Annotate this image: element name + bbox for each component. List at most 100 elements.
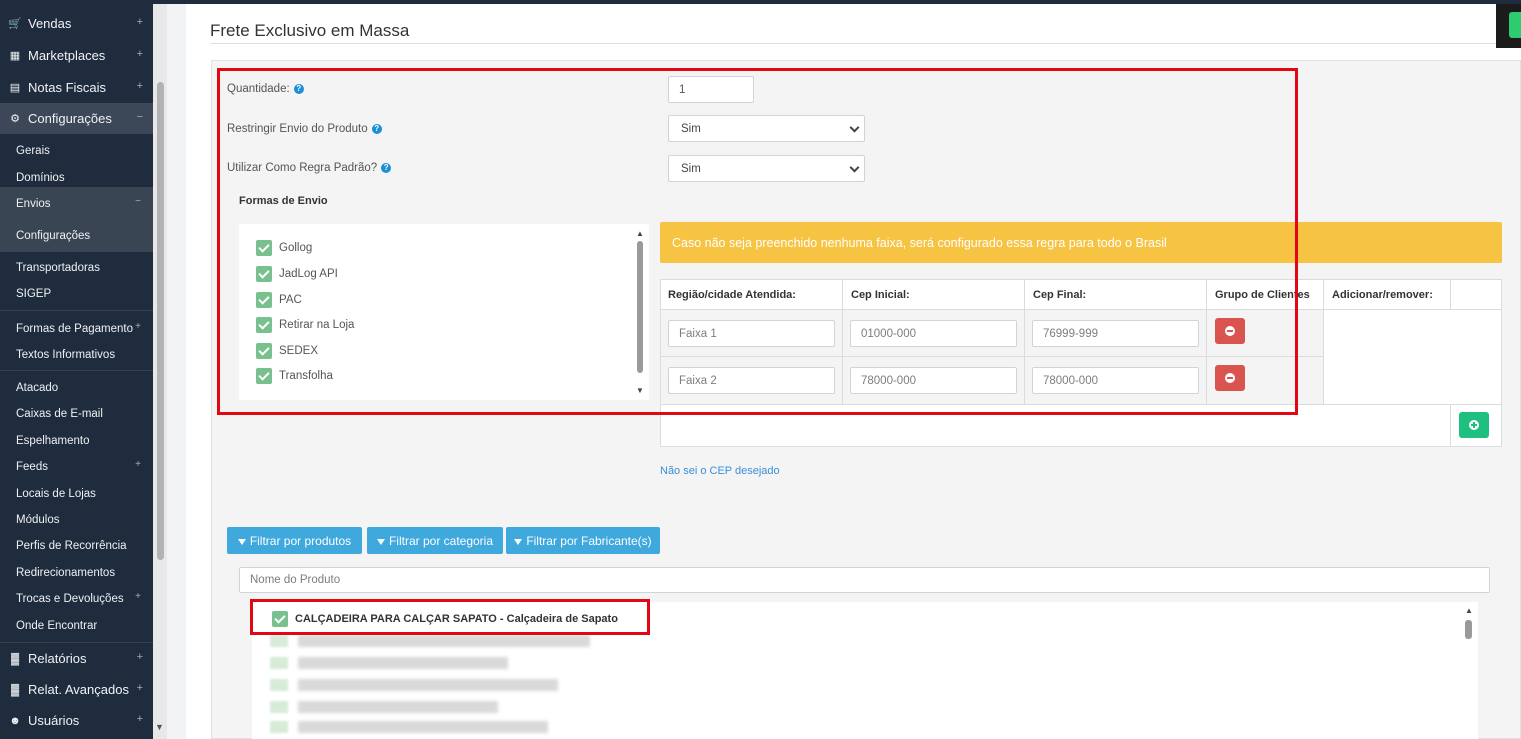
menu-configuracoes[interactable]: ⚙ Configurações −	[0, 103, 153, 134]
page-title: Frete Exclusivo em Massa	[210, 21, 410, 40]
sidebar-item-dominios[interactable]: Domínios	[0, 168, 153, 188]
expand-icon: +	[136, 713, 143, 725]
sidebar-scrollbar-thumb[interactable]	[157, 82, 164, 560]
menu-relat-avancados[interactable]: ▓ Relat. Avançados +	[0, 674, 153, 705]
cep-help-link[interactable]: Não sei o CEP desejado	[660, 465, 780, 477]
sidebar-item-trocas[interactable]: Trocas e Devoluções +	[0, 589, 153, 609]
menu-label: Vendas	[28, 16, 72, 31]
menu-relatorios[interactable]: ▓ Relatórios +	[0, 643, 153, 674]
item-label: Espelhamento	[16, 435, 90, 447]
table-divider	[1450, 280, 1451, 310]
blurred-checkbox	[270, 721, 288, 733]
top-bar	[153, 0, 1521, 4]
menu-notas-fiscais[interactable]: ▤ Notas Fiscais +	[0, 72, 153, 103]
button-label: Filtrar por categoria	[388, 533, 494, 548]
filter-category-button[interactable]: Filtrar por categoria	[367, 527, 503, 554]
filter-icon	[237, 538, 246, 545]
menu-marketplaces[interactable]: ▦ Marketplaces +	[0, 40, 153, 71]
sidebar-item-formas-pagamento[interactable]: Formas de Pagamento +	[0, 319, 153, 339]
filter-icon	[376, 538, 385, 545]
item-label: Textos Informativos	[16, 349, 116, 361]
sidebar-item-envios-configuracoes[interactable]: Configurações	[0, 220, 153, 252]
item-label: Módulos	[16, 514, 60, 526]
item-label: Gerais	[16, 145, 50, 157]
menu-label: Configurações	[28, 111, 112, 126]
filter-manufacturer-button[interactable]: Filtrar por Fabricante(s)	[506, 527, 660, 554]
blurred-text	[298, 635, 590, 647]
filter-icon	[514, 538, 523, 545]
menu-usuarios[interactable]: ☻ Usuários +	[0, 705, 153, 736]
expand-icon: +	[135, 321, 141, 332]
blurred-text	[298, 679, 558, 691]
sidebar-item-onde-encontrar[interactable]: Onde Encontrar	[0, 616, 153, 636]
expand-icon: +	[136, 80, 143, 92]
blurred-text	[298, 721, 548, 733]
sidebar-item-caixas-email[interactable]: Caixas de E-mail	[0, 404, 153, 424]
item-label: Perfis de Recorrência	[16, 540, 127, 552]
sidebar-item-envios[interactable]: Envios −	[0, 187, 153, 220]
sidebar: 🛒 Vendas + ▦ Marketplaces + ▤ Notas Fisc…	[0, 0, 153, 739]
highlight-box	[217, 68, 1298, 415]
menu-label: Relat. Avançados	[28, 682, 129, 697]
gears-icon: ⚙	[10, 113, 20, 125]
blurred-checkbox	[270, 701, 288, 713]
bar-chart-icon: ▓	[10, 652, 20, 665]
table-header-acoes: Adicionar/remover:	[1324, 279, 1451, 310]
divider	[0, 310, 153, 311]
menu-label: Notas Fiscais	[28, 80, 107, 95]
item-label: Redirecionamentos	[16, 567, 116, 579]
bar-chart-icon: ▓	[10, 683, 20, 696]
sitemap-icon: ▦	[9, 50, 21, 62]
expand-icon: +	[136, 651, 143, 663]
expand-icon: +	[136, 16, 143, 28]
item-label: Caixas de E-mail	[16, 408, 103, 420]
blurred-text	[298, 701, 498, 713]
item-label: Locais de Lojas	[16, 488, 96, 500]
divider	[0, 370, 153, 371]
scroll-up-arrow-icon[interactable]: ▲	[1465, 606, 1473, 615]
scroll-down-arrow-icon[interactable]: ▼	[155, 722, 164, 732]
expand-icon: +	[135, 459, 141, 470]
sidebar-item-modulos[interactable]: Módulos	[0, 510, 153, 530]
highlight-box	[250, 599, 650, 635]
expand-icon: +	[135, 591, 141, 602]
title-divider	[210, 43, 1496, 44]
table-divider	[1450, 404, 1451, 447]
blurred-checkbox	[270, 657, 288, 669]
sidebar-item-atacado[interactable]: Atacado	[0, 378, 153, 398]
item-label: Feeds	[16, 461, 48, 473]
item-label: Domínios	[16, 172, 65, 184]
product-search-input[interactable]: Nome do Produto	[239, 567, 1490, 593]
sidebar-item-textos[interactable]: Textos Informativos	[0, 345, 153, 365]
blurred-checkbox	[270, 635, 288, 647]
sidebar-item-transportadoras[interactable]: Transportadoras	[0, 258, 153, 278]
collapse-icon: −	[136, 111, 143, 123]
invoice-icon: ▤	[9, 82, 21, 94]
sidebar-item-perfis[interactable]: Perfis de Recorrência	[0, 536, 153, 556]
users-icon: ☻	[9, 714, 21, 727]
corner-action-button[interactable]	[1509, 12, 1521, 38]
cart-icon: 🛒	[8, 18, 22, 30]
sidebar-item-feeds[interactable]: Feeds +	[0, 457, 153, 477]
item-label: Transportadoras	[16, 262, 100, 274]
filter-products-button[interactable]: Filtrar por produtos	[227, 527, 362, 554]
item-label: Trocas e Devoluções	[16, 593, 124, 605]
button-label: Filtrar por produtos	[249, 533, 352, 548]
menu-vendas[interactable]: 🛒 Vendas +	[0, 8, 153, 39]
expand-icon: +	[136, 682, 143, 694]
sidebar-item-sigep[interactable]: SIGEP	[0, 284, 153, 304]
item-label: Onde Encontrar	[16, 620, 98, 632]
add-row-button[interactable]	[1459, 412, 1489, 438]
item-label: Atacado	[16, 382, 59, 394]
plus-circle-icon	[1469, 420, 1479, 430]
blurred-checkbox	[270, 679, 288, 691]
menu-label: Usuários	[28, 713, 80, 728]
sidebar-item-redirecionamentos[interactable]: Redirecionamentos	[0, 563, 153, 583]
sidebar-item-locais[interactable]: Locais de Lojas	[0, 484, 153, 504]
item-label: SIGEP	[16, 288, 52, 300]
item-label: Formas de Pagamento	[16, 323, 133, 335]
sidebar-item-espelhamento[interactable]: Espelhamento	[0, 431, 153, 451]
product-scrollbar-thumb[interactable]	[1465, 620, 1472, 639]
table-divider	[1323, 280, 1324, 404]
sidebar-item-gerais[interactable]: Gerais	[0, 141, 153, 161]
